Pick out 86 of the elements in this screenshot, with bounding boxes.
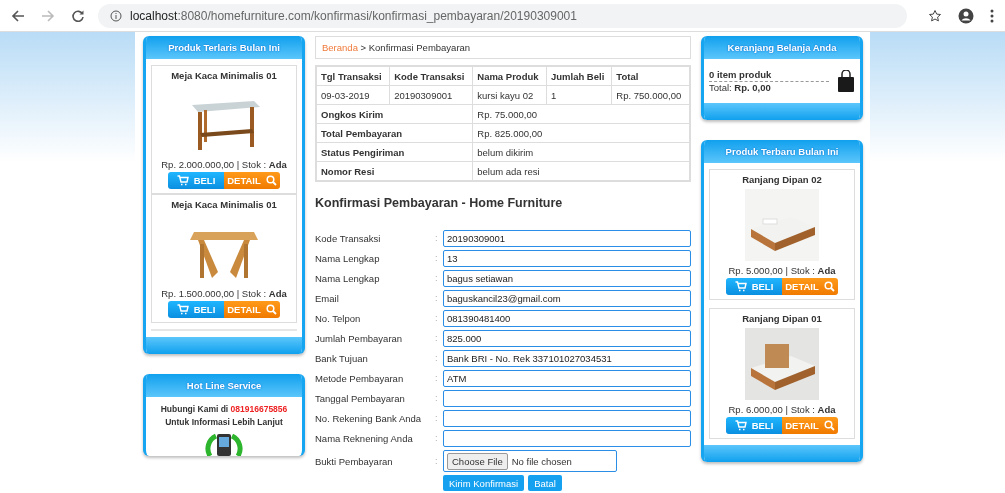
- field-label: Jumlah Pembayaran: [315, 332, 404, 344]
- product-price: Rp. 6.000,00 | Stok : Ada: [728, 404, 836, 415]
- hotline-text: Hubungi Kami di 081916675856 Untuk Informasi Lebih Lanjut: [159, 403, 289, 429]
- detail-button[interactable]: DETAIL: [224, 172, 280, 189]
- field-label: Email: [315, 292, 340, 304]
- field-label: Nama Lengkap: [315, 252, 381, 264]
- cart-item-count: 0 item produk: [709, 69, 829, 82]
- buy-button[interactable]: BELI: [726, 417, 782, 434]
- input-field[interactable]: [443, 409, 691, 427]
- search-icon: [265, 304, 277, 315]
- form-heading: Konfirmasi Pembayaran - Home Furniture: [315, 196, 564, 210]
- colon-separator: :: [435, 393, 439, 403]
- row-label: Status Pengiriman: [316, 142, 473, 162]
- input-field[interactable]: Bank BRI - No. Rek 337101027034531: [443, 349, 691, 367]
- breadcrumb-current: > Konfirmasi Pembayaran: [360, 42, 471, 53]
- search-icon: [823, 420, 835, 431]
- input-field[interactable]: 825.000: [443, 329, 691, 347]
- detail-button[interactable]: DETAIL: [782, 417, 838, 434]
- colon-separator: :: [435, 273, 439, 283]
- search-icon: [265, 175, 277, 186]
- field-label: Bukti Pembayaran: [315, 455, 394, 467]
- address-bar[interactable]: localhost:8080/homefurniture.com/konfirmasi/konfirmasi_pembayaran/20190309001: [98, 3, 907, 28]
- cart-icon: [176, 175, 189, 186]
- phone-icon: [204, 432, 244, 456]
- field-label: Tanggal Pembayaran: [315, 392, 406, 404]
- column-header: Nama Produk: [472, 66, 547, 86]
- input-field[interactable]: ATM: [443, 369, 691, 387]
- product-price: Rp. 2.000.000,00 | Stok : Ada: [161, 159, 287, 170]
- product-price: Rp. 5.000,00 | Stok : Ada: [728, 265, 836, 276]
- field-label: Metode Pembayaran: [315, 372, 405, 384]
- column-header: Tgl Transaksi: [316, 66, 390, 86]
- cart-icon: [734, 281, 747, 292]
- submit-button[interactable]: Kirim Konfirmasi: [443, 475, 525, 491]
- panel-header: Keranjang Belanja Anda: [704, 36, 860, 59]
- field-label: No. Telpon: [315, 312, 362, 324]
- field-label: Nama Lengkap: [315, 272, 381, 284]
- column-header: Jumlah Beli: [546, 66, 612, 86]
- input-field[interactable]: 20190309001: [443, 229, 691, 247]
- colon-separator: :: [435, 313, 439, 323]
- row-label: Ongkos Kirim: [316, 104, 473, 124]
- table-cell: 20190309001: [389, 85, 473, 105]
- colon-separator: :: [435, 233, 439, 243]
- colon-separator: :: [435, 253, 439, 263]
- input-field[interactable]: baguskancil23@gmail.com: [443, 289, 691, 307]
- input-field[interactable]: 081390481400: [443, 309, 691, 327]
- product-name: Ranjang Dipan 01: [742, 313, 822, 324]
- colon-separator: :: [435, 433, 439, 443]
- colon-separator: :: [435, 373, 439, 383]
- row-label: Total Pembayaran: [316, 123, 473, 143]
- colon-separator: :: [435, 293, 439, 303]
- input-field[interactable]: [443, 389, 691, 407]
- input-field[interactable]: bagus setiawan: [443, 269, 691, 287]
- detail-button[interactable]: DETAIL: [782, 278, 838, 295]
- table-cell: 09-03-2019: [316, 85, 390, 105]
- cart-icon: [176, 304, 189, 315]
- panel-header: Produk Terbaru Bulan Ini: [704, 140, 860, 163]
- shopping-bag-icon: [837, 70, 855, 92]
- panel-header: Hot Line Service: [146, 374, 302, 397]
- panel-header: Produk Terlaris Bulan Ini: [146, 36, 302, 59]
- detail-button[interactable]: DETAIL: [224, 301, 280, 318]
- product-name: Meja Kaca Minimalis 01: [171, 199, 277, 210]
- breadcrumb-link[interactable]: Beranda: [322, 42, 358, 53]
- field-label: Nama Reknening Anda: [315, 432, 414, 444]
- cart-total: Total: Rp. 0,00: [709, 82, 772, 93]
- product-price: Rp. 1.500.000,00 | Stok : Ada: [161, 288, 287, 299]
- colon-separator: :: [435, 333, 439, 343]
- colon-separator: :: [435, 413, 439, 423]
- field-label: Bank Tujuan: [315, 352, 369, 364]
- table-cell: kursi kayu 02: [472, 85, 547, 105]
- buy-button[interactable]: BELI: [726, 278, 782, 295]
- buy-button[interactable]: BELI: [168, 301, 224, 318]
- cart-icon: [734, 420, 747, 431]
- cancel-button[interactable]: Batal: [528, 475, 562, 491]
- input-field[interactable]: [443, 429, 691, 447]
- file-field[interactable]: Choose File No file chosen: [443, 450, 617, 472]
- colon-separator: :: [435, 456, 439, 466]
- buy-button[interactable]: BELI: [168, 172, 224, 189]
- colon-separator: :: [435, 353, 439, 363]
- table-cell: 1: [546, 85, 612, 105]
- field-label: No. Rekening Bank Anda: [315, 412, 423, 424]
- product-name: Meja Kaca Minimalis 01: [171, 70, 277, 81]
- search-icon: [823, 281, 835, 292]
- field-label: Kode Transaksi: [315, 232, 382, 244]
- input-field[interactable]: 13: [443, 249, 691, 267]
- column-header: Kode Transaksi: [389, 66, 473, 86]
- product-name: Ranjang Dipan 02: [742, 174, 822, 185]
